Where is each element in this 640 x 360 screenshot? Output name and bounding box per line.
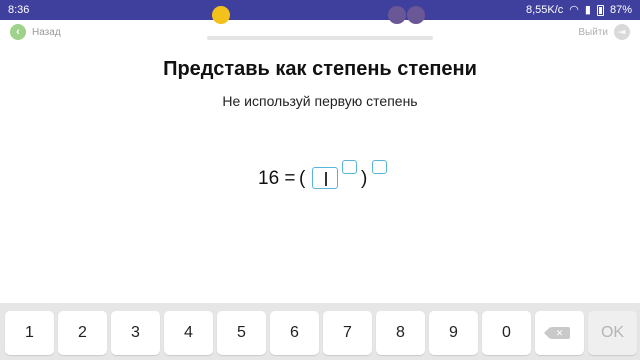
- progress-track: [207, 36, 433, 40]
- key-6[interactable]: 6: [270, 311, 319, 355]
- key-8[interactable]: 8: [376, 311, 425, 355]
- battery-icon: [596, 4, 604, 16]
- top-nav: ‹ Назад Выйти ⇥: [0, 20, 640, 48]
- key-1[interactable]: 1: [5, 311, 54, 355]
- status-bar: 8:36 8,55K/c ◠ ▮ 87%: [0, 0, 640, 20]
- task-subtitle: Не используй первую степень: [222, 93, 418, 109]
- key-0[interactable]: 0: [482, 311, 531, 355]
- task-title: Представь как степень степени: [163, 58, 477, 80]
- base-input[interactable]: [312, 167, 338, 189]
- progress-dot-pending: [407, 6, 425, 24]
- network-speed: 8,55K/c: [525, 4, 564, 16]
- arrow-left-icon: ‹: [10, 24, 26, 40]
- status-indicators: 8,55K/c ◠ ▮ 87%: [526, 4, 632, 16]
- ok-button[interactable]: OK: [588, 311, 637, 355]
- back-label: Назад: [32, 26, 61, 38]
- key-5[interactable]: 5: [217, 311, 266, 355]
- backspace-key[interactable]: ✕: [535, 311, 584, 355]
- key-3[interactable]: 3: [111, 311, 160, 355]
- text-caret: [325, 172, 327, 186]
- equation-left: 16 =: [258, 168, 296, 189]
- signal-icon: ▮: [584, 3, 591, 16]
- open-paren: (: [299, 168, 306, 189]
- numeric-keyboard: 1 2 3 4 5 6 7 8 9 0 ✕ OK: [0, 303, 640, 360]
- exit-button[interactable]: Выйти ⇥: [578, 24, 630, 40]
- status-time: 8:36: [8, 4, 30, 16]
- outer-exponent-input[interactable]: [372, 160, 387, 174]
- exit-icon: ⇥: [614, 24, 630, 40]
- backspace-icon: ✕: [543, 327, 570, 339]
- key-9[interactable]: 9: [429, 311, 478, 355]
- close-paren: ): [361, 168, 368, 189]
- key-2[interactable]: 2: [58, 311, 107, 355]
- progress-dot-current: [212, 6, 230, 24]
- battery-level: 87%: [609, 4, 632, 16]
- inner-exponent-input[interactable]: [342, 160, 357, 174]
- key-4[interactable]: 4: [164, 311, 213, 355]
- key-7[interactable]: 7: [323, 311, 372, 355]
- back-button[interactable]: ‹ Назад: [10, 24, 61, 40]
- wifi-icon: ◠: [569, 3, 579, 16]
- progress-dot-pending: [388, 6, 406, 24]
- exit-label: Выйти: [578, 26, 608, 38]
